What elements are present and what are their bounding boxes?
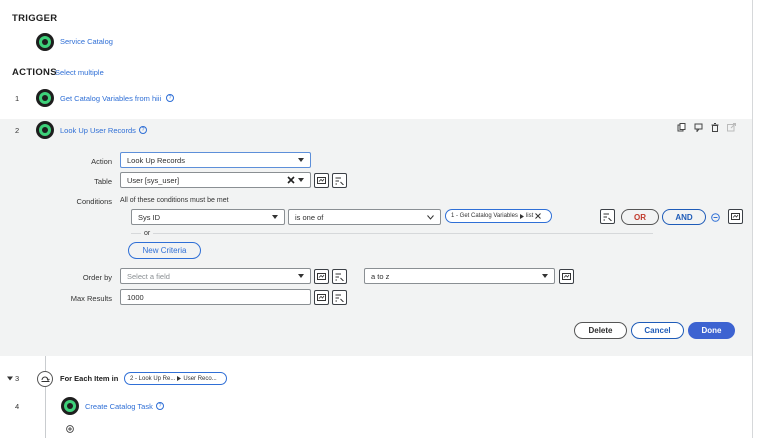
caret-right-icon (519, 213, 524, 219)
chevron-down-icon (298, 178, 304, 182)
actions-heading: ACTIONS (12, 67, 57, 78)
data-pill-icon (562, 273, 571, 280)
condition-builder-button[interactable] (332, 269, 347, 284)
conditions-mode-text: All of these conditions must be met (120, 197, 229, 204)
filter-list-icon (603, 213, 612, 221)
and-button[interactable]: AND (662, 209, 706, 225)
order-by-field-select[interactable]: Select a field (120, 268, 311, 284)
trigger-node-icon (36, 33, 54, 51)
chevron-down-icon (298, 158, 304, 162)
data-pill-icon (317, 177, 326, 184)
step-node-icon (36, 121, 54, 139)
max-results-value: 1000 (127, 292, 144, 302)
copy-icon[interactable] (677, 123, 686, 132)
max-results-input[interactable]: 1000 (120, 289, 311, 305)
condition-field-select[interactable]: Sys ID (131, 209, 285, 225)
comment-icon[interactable] (694, 123, 704, 132)
data-pill-icon (731, 213, 740, 220)
step-1-link[interactable]: Get Catalog Variables from hiii (60, 94, 161, 103)
order-by-label: Order by (82, 273, 112, 282)
table-select[interactable]: User [sys_user] (120, 172, 311, 188)
clear-icon[interactable] (287, 176, 295, 184)
flow-connector-line (45, 387, 46, 438)
step-node-icon (36, 89, 54, 107)
action-select[interactable]: Look Up Records (120, 152, 311, 168)
table-label: Table (94, 177, 112, 186)
flow-connector-line (45, 356, 46, 372)
data-pill-picker-button[interactable] (314, 290, 329, 305)
step-2-editor-panel (0, 119, 752, 356)
chevron-down-icon (298, 274, 304, 278)
info-icon[interactable]: ? (156, 402, 164, 410)
trigger-service-catalog-link[interactable]: Service Catalog (60, 37, 113, 46)
condition-builder-button[interactable] (600, 209, 615, 224)
condition-field-value: Sys ID (138, 212, 161, 222)
scrollbar-track[interactable] (752, 0, 753, 438)
action-select-value: Look Up Records (127, 155, 185, 165)
step-number: 4 (15, 402, 20, 411)
data-pill-step: 1 - Get Catalog Variables (451, 213, 518, 219)
data-pill-icon (317, 294, 326, 301)
trash-icon[interactable] (711, 123, 719, 132)
collapse-chevron-icon[interactable] (7, 376, 13, 381)
step-number: 2 (15, 126, 20, 135)
condition-operator-select[interactable]: is one of (288, 209, 441, 225)
data-pill-picker-button[interactable] (559, 269, 574, 284)
condition-builder-button[interactable] (332, 290, 347, 305)
data-pill-field: User Reco... (183, 375, 217, 382)
order-direction-select[interactable]: a to z (364, 268, 555, 284)
divider (131, 233, 653, 234)
chevron-down-icon (272, 215, 278, 219)
data-pill-step: 2 - Look Up Re... (130, 375, 176, 382)
chevron-down-icon (542, 274, 548, 278)
max-results-label: Max Results (70, 294, 112, 303)
order-direction-value: a to z (371, 271, 390, 281)
for-each-data-pill[interactable]: 2 - Look Up Re... User Reco... (124, 372, 227, 385)
data-pill-picker-button[interactable] (314, 173, 329, 188)
open-external-icon[interactable] (727, 123, 736, 132)
close-icon[interactable] (535, 213, 542, 219)
condition-operator-value: is one of (295, 212, 324, 222)
data-pill-icon (317, 273, 326, 280)
for-each-node-icon (37, 371, 53, 387)
condition-value-data-pill[interactable]: 1 - Get Catalog Variables list (445, 209, 552, 223)
info-icon[interactable]: ? (166, 94, 174, 102)
table-select-value: User [sys_user] (127, 175, 180, 185)
caret-right-icon (177, 376, 182, 381)
step-number: 1 (15, 94, 20, 103)
filter-list-icon (335, 177, 344, 185)
done-button[interactable]: Done (688, 322, 735, 339)
add-step-icon[interactable] (66, 425, 74, 433)
new-criteria-button[interactable]: New Criteria (128, 242, 201, 259)
select-multiple-link[interactable]: Select multiple (55, 68, 104, 77)
conditions-label: Conditions (76, 197, 112, 206)
step-number: 3 (15, 374, 20, 383)
data-pill-picker-button[interactable] (314, 269, 329, 284)
data-pill-picker-button[interactable] (728, 209, 743, 224)
step-4-link[interactable]: Create Catalog Task (85, 402, 153, 411)
chevron-down-icon (427, 214, 434, 220)
order-by-placeholder: Select a field (127, 271, 170, 281)
action-label: Action (91, 157, 112, 166)
filter-list-icon (335, 294, 344, 302)
trigger-heading: TRIGGER (12, 13, 58, 24)
remove-condition-icon[interactable] (711, 213, 720, 222)
delete-button[interactable]: Delete (574, 322, 627, 339)
cancel-button[interactable]: Cancel (631, 322, 684, 339)
or-separator-text: or (141, 230, 154, 237)
filter-list-icon (335, 273, 344, 281)
info-icon[interactable]: ? (139, 126, 147, 134)
step-node-icon (61, 397, 79, 415)
for-each-label: For Each Item in (60, 374, 119, 383)
step-2-link[interactable]: Look Up User Records (60, 126, 136, 135)
or-button[interactable]: OR (621, 209, 659, 225)
data-pill-field: list (525, 213, 534, 219)
condition-builder-button[interactable] (332, 173, 347, 188)
